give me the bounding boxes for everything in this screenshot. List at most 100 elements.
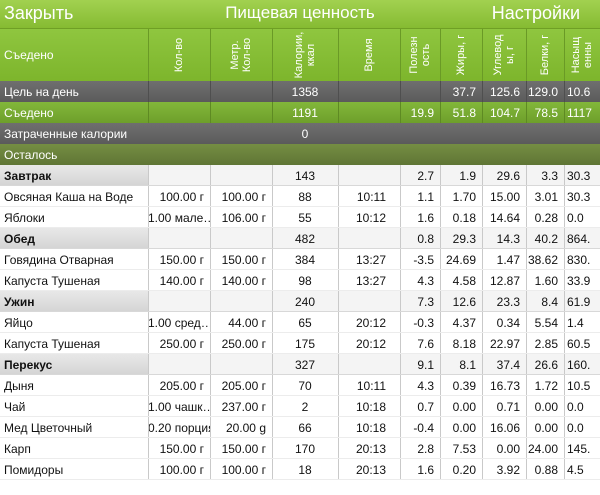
meal-carbs: 14.3 [496,232,520,246]
food-metric-qty: 44.00 г [228,316,266,330]
food-saturated: 145. [567,442,591,456]
food-item-row[interactable]: Карп 150.00 г 150.00 г 170 20:13 2.8 7.53 0.00 2… [0,438,600,459]
food-carbs: 12.87 [489,274,520,288]
food-fat: 1.70 [452,190,476,204]
food-name: Яблоки [4,211,45,225]
burned-row: Затраченные калории 0 [0,123,600,144]
burned-calories: 0 [301,127,309,141]
food-item-row[interactable]: Капуста Тушеная 140.00 г 140.00 г 98 13:27 4.… [0,270,600,291]
food-name: Яйцо [4,316,33,330]
food-fat: 0.00 [452,421,476,435]
food-calories: 2 [301,400,309,414]
goal-calories: 1358 [291,85,319,99]
food-saturated: 60.5 [567,337,591,351]
food-saturated: 0.0 [567,421,584,435]
food-name: Помидоры [4,463,64,477]
food-protein: 1.60 [534,274,558,288]
food-fat: 0.18 [452,211,476,225]
food-carbs: 0.71 [496,400,520,414]
food-carbs: 1.47 [496,253,520,267]
eaten-row: Съедено 1191 19.9 51.8 104.7 78.5 1117 [0,102,600,123]
eaten-calories: 1191 [292,106,318,120]
food-calories: 88 [298,190,312,204]
food-metric-qty: 140.00 г [221,274,266,288]
meal-header-row[interactable]: Ужин 240 7.3 12.6 23.3 8.4 61.9 [0,291,600,312]
eaten-saturated: 1117 [567,106,592,120]
food-metric-qty: 100.00 г [221,190,266,204]
eaten-carbs: 104.7 [489,106,520,120]
close-button[interactable]: Закрыть [4,3,73,24]
food-carbs: 14.64 [489,211,520,225]
meal-rows: Завтрак 143 2.7 1.9 29.6 3.3 30.3 Овсяная Каша … [0,165,600,480]
settings-button[interactable]: Настройки [492,3,580,24]
food-name: Говядина Отварная [4,253,114,267]
food-fat: 0.20 [452,463,476,477]
food-item-row[interactable]: Помидоры 100.00 г 100.00 г 18 20:13 1.6 0.20 3.… [0,459,600,480]
food-time: 10:11 [356,379,386,393]
food-qty: 1.00 мале… [148,211,210,225]
food-health: 1.1 [417,190,434,204]
meal-calories: 327 [294,358,316,372]
food-fat: 7.53 [452,442,476,456]
column-header-protein[interactable]: Белки, г [526,29,564,81]
food-saturated: 830. [567,253,591,267]
food-protein: 38.62 [527,253,558,267]
burned-label: Затраченные калории [4,127,128,141]
food-time: 13:27 [355,274,386,288]
meal-calories: 240 [294,295,316,309]
meal-protein: 8.4 [541,295,558,309]
header-eaten-label: Съедено [4,48,54,62]
food-item-row[interactable]: Овсяная Каша на Воде 100.00 г 100.00 г 88 10… [0,186,600,207]
meal-saturated: 30.3 [567,169,591,183]
column-header-health[interactable]: Полезн ость [400,29,440,81]
goal-fat: 37.7 [452,85,476,99]
food-metric-qty: 150.00 г [221,442,266,456]
food-item-row[interactable]: Яблоки 1.00 мале… 106.00 г 55 10:12 1.6 0.18 14… [0,207,600,228]
food-metric-qty: 250.00 г [221,337,266,351]
food-item-row[interactable]: Говядина Отварная 150.00 г 150.00 г 384 13:2… [0,249,600,270]
food-protein: 0.00 [534,421,558,435]
food-time: 10:12 [355,211,386,225]
meal-carbs: 37.4 [496,358,520,372]
meal-fat: 8.1 [459,358,476,372]
nav-bar: Закрыть Пищевая ценность Настройки [0,0,600,29]
food-time: 20:13 [355,463,386,477]
column-header-calories[interactable]: Калории, ккал [272,29,338,81]
column-header-metric-qty[interactable]: Метр. Кол-во [210,29,272,81]
food-calories: 65 [298,316,312,330]
food-qty: 100.00 г [159,463,204,477]
food-item-row[interactable]: Мед Цветочный 0.20 порция 20.00 g 66 10:18 -0… [0,417,600,438]
meal-header-row[interactable]: Завтрак 143 2.7 1.9 29.6 3.3 30.3 [0,165,600,186]
food-item-row[interactable]: Капуста Тушеная 250.00 г 250.00 г 175 20:12 7… [0,333,600,354]
meal-protein: 40.2 [534,232,558,246]
food-qty: 140.00 г [159,274,204,288]
food-protein: 0.88 [534,463,558,477]
food-health: 4.3 [417,379,434,393]
food-health: 2.8 [417,442,434,456]
meal-name: Завтрак [0,165,148,185]
food-time: 20:12 [355,316,386,330]
column-header-carbs[interactable]: Углевод ы, г [482,29,526,81]
meal-name: Ужин [0,291,148,311]
food-health: -3.5 [413,253,434,267]
food-item-row[interactable]: Чай 1.00 чашк… 237.00 г 2 10:18 0.7 0.00 0.71 0.… [0,396,600,417]
food-item-row[interactable]: Яйцо 1.00 сред… 44.00 г 65 20:12 -0.3 4.37 0.34… [0,312,600,333]
food-saturated: 30.3 [567,190,591,204]
food-metric-qty: 20.00 g [225,421,266,435]
food-health: 0.7 [417,400,434,414]
food-carbs: 16.06 [489,421,520,435]
food-fat: 4.58 [452,274,476,288]
meal-header-row[interactable]: Обед 482 0.8 29.3 14.3 40.2 864. [0,228,600,249]
meal-health: 9.1 [417,358,434,372]
meal-calories: 143 [294,169,316,183]
column-header-saturated[interactable]: Насыщ енны [564,29,600,81]
column-header-time[interactable]: Время [338,29,400,81]
column-header-fat[interactable]: Жиры, г [440,29,482,81]
food-protein: 1.72 [534,379,558,393]
meal-header-row[interactable]: Перекус 327 9.1 8.1 37.4 26.6 160. [0,354,600,375]
meal-health: 0.8 [417,232,434,246]
food-item-row[interactable]: Дыня 205.00 г 205.00 г 70 10:11 4.3 0.39 16.73 1… [0,375,600,396]
column-header-qty[interactable]: Кол-во [148,29,210,81]
food-protein: 5.54 [534,316,558,330]
food-saturated: 0.0 [567,211,584,225]
